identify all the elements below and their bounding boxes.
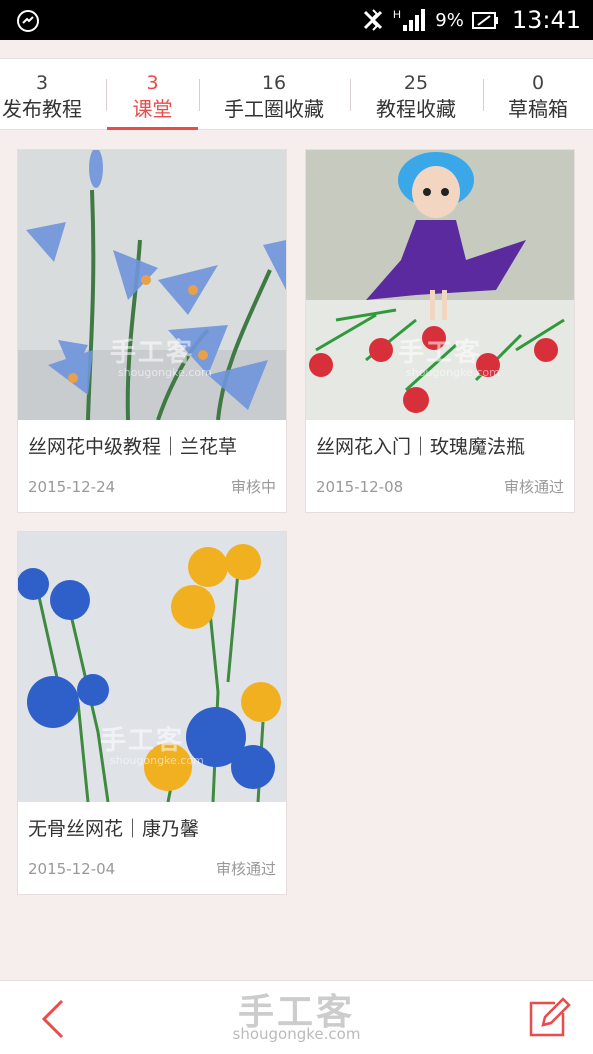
tab-divider — [483, 79, 484, 111]
tab-bar: 3 发布教程 3 课堂 16 手工圈收藏 25 教程收藏 0 草稿箱 — [0, 58, 593, 130]
tab-label: 课堂 — [132, 97, 173, 121]
card-status: 审核通过 — [215, 860, 276, 878]
battery-icon — [471, 12, 498, 29]
card-date: 2015-12-08 — [316, 478, 404, 496]
header-spacer — [0, 40, 593, 58]
tab-count: 3 — [35, 72, 49, 94]
svg-text:H: H — [393, 9, 401, 21]
tab-count: 25 — [403, 72, 429, 94]
tab-published[interactable]: 3 发布教程 — [0, 59, 84, 130]
tab-label: 草稿箱 — [508, 97, 568, 121]
tab-divider — [199, 79, 200, 111]
carnation-photo: 手工客 shougongke.com — [18, 532, 286, 802]
active-tab-indicator — [107, 127, 198, 130]
edit-icon — [529, 997, 571, 1037]
tab-count: 3 — [146, 72, 159, 94]
battery-percent: 9% — [435, 9, 464, 31]
tab-drafts[interactable]: 0 草稿箱 — [494, 59, 582, 130]
signal-icon: H — [393, 9, 426, 31]
edit-button[interactable] — [525, 995, 571, 1041]
watermark-url: shougongke.com — [118, 366, 212, 379]
watermark-url: shougongke.com — [110, 754, 204, 767]
watermark: 手工客 — [100, 726, 185, 756]
tab-divider — [350, 79, 351, 111]
tab-classroom[interactable]: 3 课堂 — [107, 59, 198, 130]
course-card[interactable]: 手工客 shougongke.com 丝网花入门｜玫瑰魔法瓶 2015-12-0… — [305, 149, 575, 513]
bluetooth-off-icon — [364, 9, 383, 31]
tab-label: 发布教程 — [2, 97, 82, 121]
tab-count: 16 — [261, 72, 287, 94]
card-title: 无骨丝网花｜康乃馨 — [28, 818, 200, 840]
clock: 13:41 — [511, 6, 581, 34]
course-card[interactable]: 手工客 shougongke.com 无骨丝网花｜康乃馨 2015-12-04 … — [17, 531, 287, 895]
watermark: 手工客 — [398, 338, 483, 368]
tab-label: 教程收藏 — [376, 97, 456, 121]
card-title: 丝网花中级教程｜兰花草 — [28, 436, 238, 458]
card-date: 2015-12-04 — [28, 860, 116, 878]
tab-circle-favorites[interactable]: 16 手工圈收藏 — [210, 59, 338, 130]
tab-count: 0 — [531, 72, 545, 94]
course-card[interactable]: 手工客 shougongke.com 丝网花中级教程｜兰花草 2015-12-2… — [17, 149, 287, 513]
no-disturb-icon — [17, 10, 39, 32]
watermark-url: shougongke.com — [406, 366, 500, 379]
blue-orchid-photo: 手工客 shougongke.com — [18, 150, 286, 420]
card-date: 2015-12-24 — [28, 478, 116, 496]
doll-and-roses-photo: 手工客 shougongke.com — [306, 150, 574, 420]
card-title: 丝网花入门｜玫瑰魔法瓶 — [316, 436, 526, 458]
app-logo-url: shougongke.com — [232, 1025, 361, 1043]
tab-label: 手工圈收藏 — [224, 97, 324, 121]
bottom-bar: 手工客 shougongke.com — [0, 980, 593, 1054]
card-status: 审核通过 — [503, 478, 564, 496]
tab-tutorial-favorites[interactable]: 25 教程收藏 — [360, 59, 472, 130]
status-bar: H 9% 13:41 — [0, 0, 593, 40]
watermark: 手工客 — [110, 338, 195, 368]
card-status: 审核中 — [230, 478, 276, 496]
